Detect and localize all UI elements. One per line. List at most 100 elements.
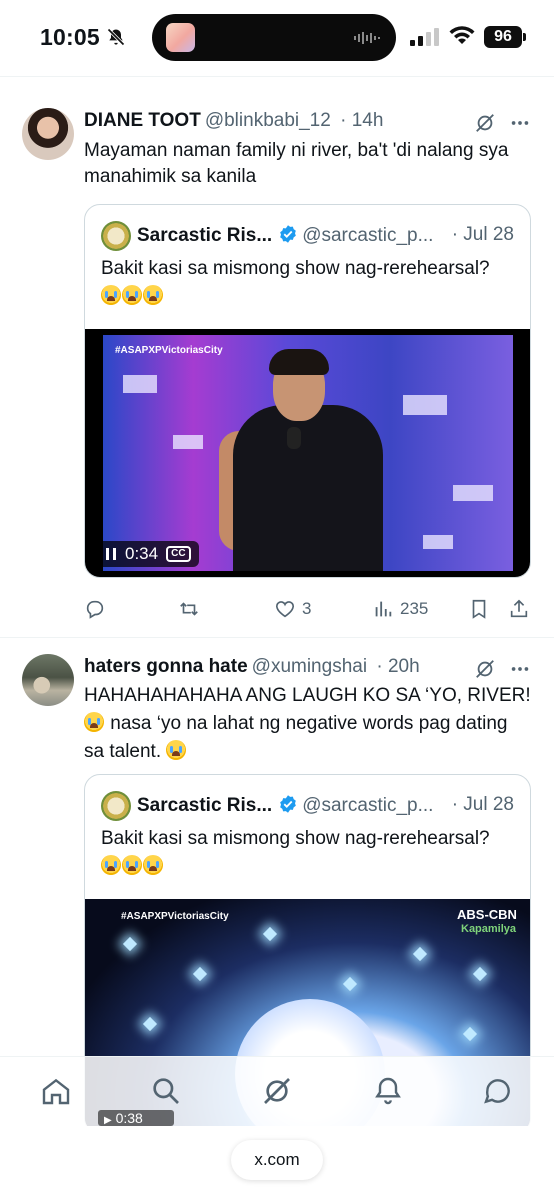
stage-light — [142, 1016, 158, 1032]
stage-panel — [453, 485, 493, 501]
crying-emoji-icon — [143, 855, 163, 875]
home-icon[interactable] — [40, 1075, 72, 1107]
performer — [233, 405, 383, 571]
video-controls[interactable]: 0:34 CC — [97, 541, 199, 567]
divider — [0, 637, 554, 638]
repost-button[interactable] — [178, 596, 200, 622]
stage-light — [462, 1026, 478, 1042]
video-player[interactable]: #ASAPXPVictoriasCity 0:34 CC — [85, 329, 530, 577]
network-logo: ABS-CBN — [457, 907, 517, 922]
quote-header: Sarcastic Ris... @sarcastic_p... — [137, 794, 433, 817]
more-icon[interactable] — [509, 658, 531, 680]
quote-header: Sarcastic Ris... @sarcastic_p... — [137, 224, 433, 247]
stage-panel — [423, 535, 453, 549]
grok-icon[interactable] — [474, 112, 496, 134]
heart-icon — [275, 601, 295, 618]
like-button[interactable]: 3 — [274, 596, 311, 622]
quote-text: Bakit kasi sa mismong show nag-rerehears… — [101, 255, 521, 311]
crying-emoji-icon — [122, 285, 142, 305]
avatar[interactable] — [22, 108, 74, 160]
stage-light — [342, 976, 358, 992]
quote-author-handle: @sarcastic_p... — [302, 225, 434, 246]
now-playing-app-icon — [166, 23, 195, 52]
tweet-text-line: nasa ‘yo na lahat ng negative words pag … — [110, 713, 508, 734]
bell-icon[interactable] — [372, 1075, 404, 1107]
search-icon[interactable] — [150, 1075, 182, 1107]
play-icon[interactable]: ▶ — [104, 1115, 112, 1126]
crying-emoji-icon — [143, 285, 163, 305]
repost-icon — [180, 602, 198, 616]
bell-slash-icon — [107, 28, 125, 46]
share-icon — [510, 599, 528, 618]
video-time: 0:34 — [125, 544, 159, 563]
status-time: 10:05 — [40, 24, 100, 50]
quote-tweet[interactable]: Sarcastic Ris... @sarcastic_p... · Jul 28… — [84, 204, 531, 578]
views-icon — [375, 601, 392, 617]
bottom-navigation — [0, 1056, 554, 1126]
quote-author-name: Sarcastic Ris... — [137, 225, 273, 246]
stage-light — [262, 926, 278, 942]
crying-emoji-icon — [166, 740, 187, 760]
stage-panel — [173, 435, 203, 449]
quote-author-handle: @sarcastic_p... — [302, 795, 434, 816]
tweet-age: · 20h — [376, 656, 420, 677]
quote-text-content: Bakit kasi sa mismong show nag-rerehears… — [101, 258, 490, 279]
crying-emoji-icon — [101, 285, 121, 305]
quote-author-name: Sarcastic Ris... — [137, 795, 273, 816]
status-bar: 10:05 96 — [0, 0, 554, 76]
stage-light — [472, 966, 488, 982]
tweet-header: haters gonna hate @xumingshai · 20h — [84, 656, 420, 682]
cellular-signal-icon — [410, 28, 439, 46]
crying-emoji-icon — [122, 855, 142, 875]
browser-bar: x.com — [0, 1126, 554, 1200]
grok-icon[interactable] — [474, 658, 496, 680]
video-hashtag-overlay: #ASAPXPVictoriasCity — [121, 911, 229, 922]
verified-badge-icon — [280, 225, 297, 243]
pause-icon[interactable] — [105, 547, 117, 561]
audio-wave-icon — [354, 32, 380, 44]
tweet-text-line: sa talent. — [84, 741, 162, 762]
author-name[interactable]: DIANE TOOT — [84, 110, 201, 131]
quote-avatar[interactable] — [101, 791, 131, 821]
quote-date: · Jul 28 — [451, 794, 514, 815]
messages-icon[interactable] — [482, 1075, 514, 1107]
author-handle[interactable]: @xumingshai — [252, 656, 367, 677]
share-button[interactable] — [508, 596, 530, 622]
microphone — [287, 427, 301, 449]
tweet-text-line: HAHAHAHAHAHA ANG LAUGH KO SA ‘YO, RIVER! — [84, 685, 531, 706]
reply-button[interactable] — [84, 596, 106, 622]
network-sublabel: Kapamilya — [461, 923, 517, 935]
author-handle[interactable]: @blinkbabi_12 — [205, 110, 331, 131]
grok-icon[interactable] — [261, 1075, 293, 1107]
quote-date: · Jul 28 — [451, 224, 514, 245]
quote-text-content: Bakit kasi sa mismong show nag-rerehears… — [101, 828, 490, 849]
divider — [0, 76, 554, 77]
stage-panel — [403, 395, 447, 415]
more-icon[interactable] — [509, 112, 531, 134]
author-name[interactable]: haters gonna hate — [84, 656, 248, 677]
tweet-actions: 3 235 — [84, 596, 534, 622]
tweet-text: Mayaman naman family ni river, ba't 'di … — [84, 140, 509, 187]
crying-emoji-icon — [84, 712, 104, 732]
views-button[interactable]: 235 — [372, 596, 428, 622]
reply-icon — [86, 600, 104, 619]
captions-button[interactable]: CC — [166, 546, 191, 562]
stage-light — [412, 946, 428, 962]
tweet-age: · 14h — [340, 110, 384, 131]
tweet-text: HAHAHAHAHAHA ANG LAUGH KO SA ‘YO, RIVER!… — [84, 682, 534, 766]
verified-badge-icon — [280, 795, 297, 813]
dynamic-island — [152, 14, 396, 61]
bookmark-button[interactable] — [468, 596, 490, 622]
avatar[interactable] — [22, 654, 74, 706]
wifi-icon — [449, 26, 475, 44]
video-time: 0:38 — [115, 1110, 143, 1126]
performer-hair — [269, 349, 329, 375]
stage-light — [192, 966, 208, 982]
bookmark-icon — [472, 599, 486, 619]
quote-avatar[interactable] — [101, 221, 131, 251]
tweet-header: DIANE TOOT @blinkbabi_12 · 14h — [84, 110, 383, 136]
url-pill[interactable]: x.com — [231, 1140, 323, 1180]
video-frame: #ASAPXPVictoriasCity — [103, 335, 513, 571]
video-hashtag-overlay: #ASAPXPVictoriasCity — [115, 345, 223, 356]
crying-emoji-icon — [101, 855, 121, 875]
